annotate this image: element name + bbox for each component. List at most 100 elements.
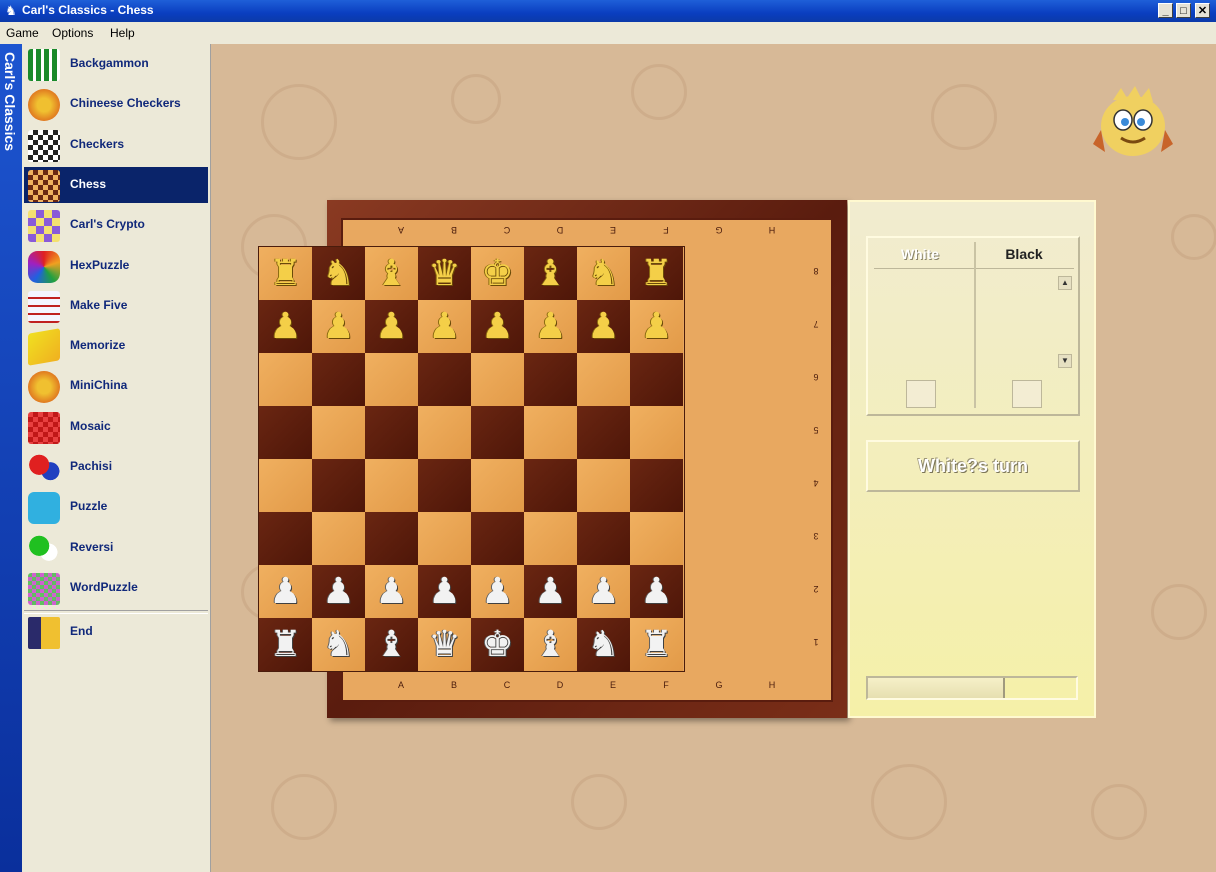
board-square-f1[interactable]: ♝ <box>524 618 577 671</box>
chess-piece[interactable]: ♝ <box>524 247 577 300</box>
board-square-g2[interactable]: ♟ <box>577 565 630 618</box>
board-square-a7[interactable]: ♟ <box>259 300 312 353</box>
board-square-b2[interactable]: ♟ <box>312 565 365 618</box>
board-square-d7[interactable]: ♟ <box>418 300 471 353</box>
sidebar-item-puzzle[interactable]: Puzzle <box>24 489 208 525</box>
board-square-h5[interactable] <box>630 406 683 459</box>
board-square-g1[interactable]: ♞ <box>577 618 630 671</box>
board-square-h4[interactable] <box>630 459 683 512</box>
chess-piece[interactable]: ♟ <box>471 300 524 353</box>
sidebar-item-end[interactable]: End <box>24 614 208 650</box>
board-square-h2[interactable]: ♟ <box>630 565 683 618</box>
chess-piece[interactable]: ♜ <box>630 618 683 671</box>
scroll-down-arrow-icon[interactable]: ▼ <box>1058 354 1072 368</box>
board-square-b3[interactable] <box>312 512 365 565</box>
board-square-g7[interactable]: ♟ <box>577 300 630 353</box>
board-square-e5[interactable] <box>471 406 524 459</box>
board-square-a1[interactable]: ♜ <box>259 618 312 671</box>
board-square-g4[interactable] <box>577 459 630 512</box>
board-square-d8[interactable]: ♛ <box>418 247 471 300</box>
chess-piece[interactable]: ♟ <box>630 565 683 618</box>
board-square-d3[interactable] <box>418 512 471 565</box>
board-square-h1[interactable]: ♜ <box>630 618 683 671</box>
scroll-up-arrow-icon[interactable]: ▲ <box>1058 276 1072 290</box>
maximize-button[interactable]: □ <box>1176 3 1191 18</box>
board-square-b4[interactable] <box>312 459 365 512</box>
chess-piece[interactable]: ♟ <box>365 565 418 618</box>
board-square-c8[interactable]: ♝ <box>365 247 418 300</box>
sidebar-item-hexpuzzle[interactable]: HexPuzzle <box>24 248 208 284</box>
board-square-h6[interactable] <box>630 353 683 406</box>
board-square-f8[interactable]: ♝ <box>524 247 577 300</box>
board-square-d1[interactable]: ♛ <box>418 618 471 671</box>
board-square-g6[interactable] <box>577 353 630 406</box>
board-square-g3[interactable] <box>577 512 630 565</box>
sidebar-item-mosaic[interactable]: Mosaic <box>24 409 208 445</box>
sidebar-item-pachisi[interactable]: Pachisi <box>24 449 208 485</box>
board-square-c2[interactable]: ♟ <box>365 565 418 618</box>
sidebar-item-wordpuzzle[interactable]: WordPuzzle <box>24 570 208 606</box>
board-square-f6[interactable] <box>524 353 577 406</box>
menu-options[interactable]: Options <box>52 26 93 40</box>
board-square-b1[interactable]: ♞ <box>312 618 365 671</box>
board-square-e3[interactable] <box>471 512 524 565</box>
chess-piece[interactable]: ♟ <box>524 565 577 618</box>
board-square-g5[interactable] <box>577 406 630 459</box>
board-square-b8[interactable]: ♞ <box>312 247 365 300</box>
board-square-f4[interactable] <box>524 459 577 512</box>
chess-piece[interactable]: ♟ <box>577 300 630 353</box>
minimize-button[interactable]: _ <box>1158 3 1173 18</box>
sidebar-item-checkers[interactable]: Checkers <box>24 127 208 163</box>
chess-piece[interactable]: ♝ <box>365 618 418 671</box>
board-square-g8[interactable]: ♞ <box>577 247 630 300</box>
board-square-h7[interactable]: ♟ <box>630 300 683 353</box>
sidebar-item-chineese-checkers[interactable]: Chineese Checkers <box>24 86 208 122</box>
board-square-h3[interactable] <box>630 512 683 565</box>
sidebar-item-carl-s-crypto[interactable]: Carl's Crypto <box>24 207 208 243</box>
chess-piece[interactable]: ♟ <box>312 565 365 618</box>
chess-piece[interactable]: ♛ <box>418 247 471 300</box>
board-square-e8[interactable]: ♚ <box>471 247 524 300</box>
close-button[interactable]: ✕ <box>1195 3 1210 18</box>
board-square-a8[interactable]: ♜ <box>259 247 312 300</box>
board-square-e7[interactable]: ♟ <box>471 300 524 353</box>
chess-piece[interactable]: ♟ <box>524 300 577 353</box>
sidebar-item-chess[interactable]: Chess <box>24 166 208 203</box>
board-square-b6[interactable] <box>312 353 365 406</box>
turn-indicator-button[interactable]: White?s turn <box>866 440 1080 492</box>
chess-piece[interactable]: ♜ <box>259 618 312 671</box>
board-square-e4[interactable] <box>471 459 524 512</box>
chess-piece[interactable]: ♟ <box>577 565 630 618</box>
board-square-a5[interactable] <box>259 406 312 459</box>
board-square-e2[interactable]: ♟ <box>471 565 524 618</box>
board-square-e6[interactable] <box>471 353 524 406</box>
board-square-a6[interactable] <box>259 353 312 406</box>
chess-piece[interactable]: ♟ <box>259 565 312 618</box>
board-square-d6[interactable] <box>418 353 471 406</box>
board-square-a2[interactable]: ♟ <box>259 565 312 618</box>
chess-piece[interactable]: ♟ <box>630 300 683 353</box>
board-square-b5[interactable] <box>312 406 365 459</box>
chess-piece[interactable]: ♟ <box>259 300 312 353</box>
chess-piece[interactable]: ♝ <box>365 247 418 300</box>
chess-piece[interactable]: ♟ <box>365 300 418 353</box>
chess-piece[interactable]: ♛ <box>418 618 471 671</box>
board-square-a3[interactable] <box>259 512 312 565</box>
sidebar-item-reversi[interactable]: Reversi <box>24 530 208 566</box>
board-square-c6[interactable] <box>365 353 418 406</box>
sidebar-item-make-five[interactable]: Make Five <box>24 288 208 324</box>
board-square-d5[interactable] <box>418 406 471 459</box>
board-square-c3[interactable] <box>365 512 418 565</box>
chess-piece[interactable]: ♜ <box>259 247 312 300</box>
chess-piece[interactable]: ♟ <box>418 300 471 353</box>
chess-piece[interactable]: ♞ <box>577 618 630 671</box>
board-square-c5[interactable] <box>365 406 418 459</box>
board-square-b7[interactable]: ♟ <box>312 300 365 353</box>
board-square-f5[interactable] <box>524 406 577 459</box>
chess-piece[interactable]: ♞ <box>312 247 365 300</box>
board-square-e1[interactable]: ♚ <box>471 618 524 671</box>
chess-piece[interactable]: ♝ <box>524 618 577 671</box>
sidebar-item-minichina[interactable]: MiniChina <box>24 368 208 404</box>
board-square-c7[interactable]: ♟ <box>365 300 418 353</box>
board-square-f2[interactable]: ♟ <box>524 565 577 618</box>
